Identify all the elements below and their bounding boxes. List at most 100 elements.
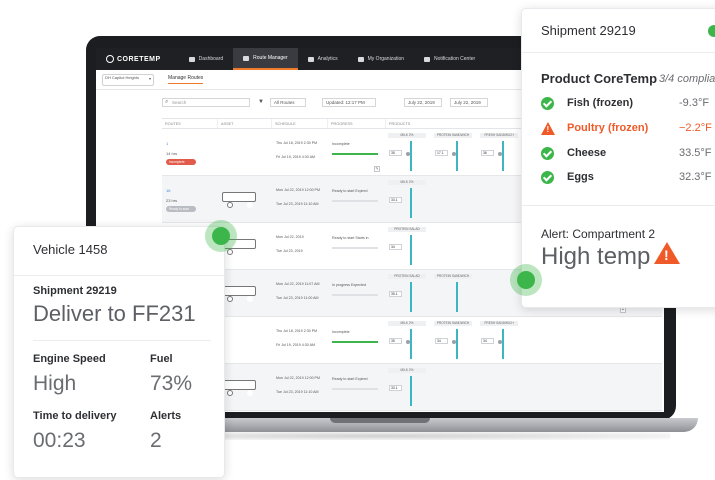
alerts-label: Alerts [150,410,182,422]
alert-text: High temp [541,243,651,270]
product-temp-value[interactable]: 34 [435,338,448,344]
product-name: PROTEIN SALAD [388,227,426,232]
route-link[interactable]: 1 [166,141,168,146]
product-name: PROTEIN SANDWICH [434,321,472,326]
product-item-temp: -9.3°F [679,97,710,109]
tab-manage-routes[interactable]: Manage Routes [168,75,204,84]
routes-filter-select[interactable]: All Routes [270,98,306,107]
schedule-start: Mon Jul 22, 2019 12:00 PM [276,376,320,380]
nav-organization[interactable]: My Organization [348,48,414,70]
alert-title: Alert: Compartment 2 [541,227,656,241]
hotspot-shipment-icon[interactable] [510,264,542,296]
progress-bar [332,341,378,343]
schedule-start: Mon Jul 22, 2019 12:00 PM [276,188,320,192]
product-block: MILK 2% 33.1 [388,180,426,220]
nav-route-manager[interactable]: Route Manager [233,48,298,70]
nav-dashboard-label: Dashboard [198,56,224,62]
temperature-gauge [410,188,412,218]
filter-icon[interactable]: ▼ [258,99,264,105]
vehicle-card[interactable]: Vehicle 1458 Shipment 29219 Deliver to F… [13,226,225,478]
nav-analytics[interactable]: Analytics [298,48,348,70]
product-block: PROTEIN SALAD 35.1 [388,274,426,314]
bell-icon [424,56,431,62]
app-logo[interactable]: CORETEMP [106,55,161,63]
progress-text: Ready to start Expired [332,189,368,193]
fuel-label: Fuel [150,353,173,365]
fleet-select[interactable]: DH Capitol Heights [102,73,154,86]
progress-bar [332,247,378,249]
truck-icon [222,286,256,302]
truck-icon [222,380,256,396]
product-block: PROTEIN SANDWICH [434,274,472,314]
status-badge: Ready to start [166,206,196,212]
check-icon [541,171,554,184]
product-block: FRESH SANDWICH 34 [480,321,518,361]
product-temp-value[interactable]: 33.1 [389,385,402,391]
vehicle-title: Vehicle 1458 [33,242,108,257]
progress-text: Incomplete [332,330,350,334]
nav-analytics-label: Analytics [317,56,338,62]
delivery-destination: Deliver to FF231 [33,301,196,326]
shipment-label: Shipment 29219 [33,285,117,297]
progress-text: Ready to start Starts in [332,236,369,240]
nav-notifications[interactable]: Notification Center [414,48,485,70]
product-temp-value[interactable]: 36 [481,150,494,156]
product-temp-value[interactable]: 34 [481,338,494,344]
product-item-name: Poultry (frozen) [567,122,649,134]
app-logo-text: CORETEMP [117,55,161,63]
status-badge: Incomplete [166,159,196,165]
product-name: MILK 2% [388,180,426,185]
schedule-start: Thu Jul 18, 2019 2:30 PM [276,329,318,333]
product-item-name: Cheese [567,147,607,159]
route-duration: 23 hrs [166,198,178,203]
product-block: PROTEIN SANDWICH 34 [434,321,472,361]
refresh-button[interactable]: Updated: 12:17 PM [322,98,376,107]
route-link[interactable]: 16 [166,188,170,193]
column-header: ASSET [218,119,272,128]
temperature-gauge [410,282,412,312]
progress-text: In progress Expected [332,283,366,287]
divider [33,340,211,341]
product-item-temp: 32.3°F [679,171,712,183]
product-item-name: Eggs [567,171,594,183]
progress-bar [332,153,378,155]
product-temp-value[interactable]: 17.1 [435,150,448,156]
search-input[interactable]: Search [162,98,250,107]
shipment-title: Shipment 29219 [541,23,636,38]
delivery-time-label: Time to delivery [33,410,117,422]
logo-gear-icon [106,55,114,63]
table-row[interactable]: Thu Jul 18, 2019 2:30 PM Fri Jul 19, 201… [162,317,662,364]
table-row[interactable]: Mon Jul 22, 2019 12:00 PM Tue Jul 23, 20… [162,364,662,411]
product-item: Fish (frozen) -9.3°F [541,97,715,111]
product-temp-value[interactable]: 34 [389,244,402,250]
product-name: FRESH SANDWICH [480,133,518,138]
edit-icon[interactable]: ✎ [374,166,380,172]
product-item: Poultry (frozen) −2.2°F [541,122,715,136]
product-block: PROTEIN SALAD 34 [388,227,426,267]
divider [14,275,224,276]
product-item-temp: −2.2°F [679,122,712,134]
product-name: MILK 2% [388,368,426,373]
shipment-card[interactable]: Shipment 29219 Product CoreTemp 3/4 comp… [521,8,715,308]
divider [522,205,715,206]
truck-icon [222,192,256,208]
schedule-finish: Tue Jul 23, 2019 11:10 AM [276,390,319,394]
column-header: PROGRESS [328,119,386,128]
product-temp-value[interactable]: 35 [389,150,402,156]
nav-organization-label: My Organization [367,56,405,62]
product-block: MILK 2% 35 [388,133,426,173]
product-temp-value[interactable]: 33.1 [389,197,402,203]
product-label: Product CoreTemp [541,71,658,86]
product-temp-value[interactable]: 35.1 [389,291,402,297]
divider [522,52,715,53]
hotspot-vehicle-icon[interactable] [205,220,237,252]
date-from-input[interactable]: July 22, 2019 [404,98,442,107]
delivery-time-value: 00:23 [33,429,86,452]
product-temp-value[interactable]: 35 [389,338,402,344]
product-name: MILK 2% [388,321,426,326]
nav-dashboard[interactable]: Dashboard [179,48,233,70]
stage: CORETEMP Dashboard Route Manager Analyti… [0,0,715,480]
nav-route-manager-label: Route Manager [253,55,288,61]
product-item: Cheese 33.5°F [541,147,715,161]
date-to-input[interactable]: July 22, 2019 [450,98,488,107]
